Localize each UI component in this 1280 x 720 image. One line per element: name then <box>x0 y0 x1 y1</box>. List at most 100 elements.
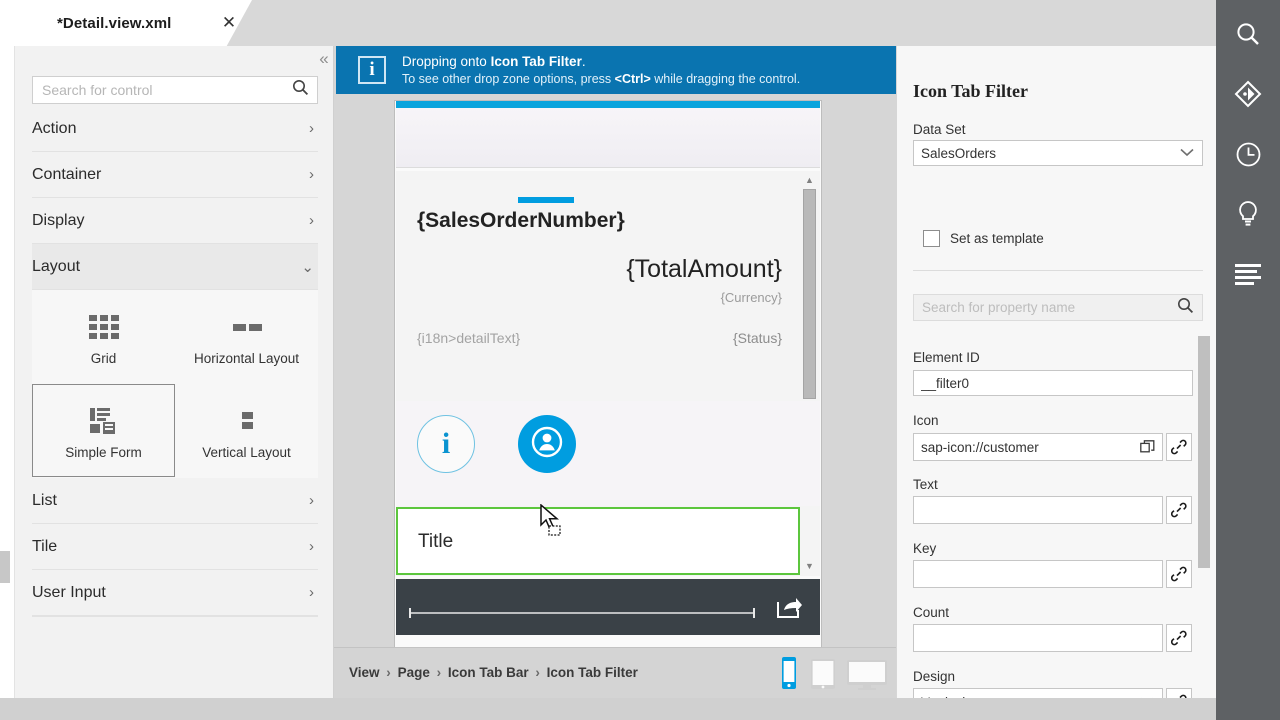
breadcrumb-item-icon-tab-bar[interactable]: Icon Tab Bar <box>448 665 529 680</box>
count-property-label: Count <box>913 605 950 620</box>
icon-property-input[interactable] <box>914 439 1136 455</box>
palette-category-label: Display <box>32 211 85 229</box>
key-property-input[interactable] <box>914 566 1162 582</box>
search-icon[interactable] <box>1216 6 1280 62</box>
data-set-select[interactable] <box>913 140 1203 166</box>
breadcrumb: View › Page › Icon Tab Bar › Icon Tab Fi… <box>349 665 638 680</box>
breadcrumb-separator: › <box>386 665 391 680</box>
scroll-down-icon[interactable]: ▼ <box>802 559 817 573</box>
element-id-input[interactable] <box>914 375 1192 391</box>
scrollbar-thumb[interactable] <box>803 189 816 399</box>
properties-panel: Icon Tab Filter Data Set Set as template… <box>896 46 1216 716</box>
total-amount-binding: {TotalAmount} <box>626 255 782 283</box>
drop-hint-banner: i Dropping onto Icon Tab Filter. To see … <box>336 46 896 94</box>
set-as-template-label: Set as template <box>950 231 1044 246</box>
chevron-down-icon[interactable] <box>1180 146 1202 160</box>
key-binding-link-button[interactable] <box>1166 560 1192 588</box>
element-id-label: Element ID <box>913 350 980 365</box>
property-search-row[interactable] <box>913 294 1203 321</box>
set-as-template-row[interactable]: Set as template <box>923 230 1044 247</box>
control-tile-horizontal-layout[interactable]: Horizontal Layout <box>175 290 318 383</box>
palette-category-layout[interactable]: Layout ⌄ <box>32 244 318 290</box>
control-tile-vertical-layout[interactable]: Vertical Layout <box>175 384 318 477</box>
palette-category-user-input[interactable]: User Input › <box>32 570 318 616</box>
tablet-icon[interactable] <box>809 656 837 695</box>
close-icon[interactable]: ✕ <box>220 14 238 32</box>
palette-category-label: Action <box>32 119 77 137</box>
palette-category-label: Layout <box>32 257 81 275</box>
text-property-field[interactable] <box>913 496 1163 524</box>
scroll-up-icon[interactable]: ▲ <box>802 173 817 187</box>
breadcrumb-separator: › <box>436 665 442 680</box>
chevron-right-icon: › <box>309 166 314 183</box>
drop-zone-highlight[interactable]: Title <box>396 507 800 575</box>
file-tab[interactable]: *Detail.view.xml <box>22 0 252 46</box>
search-input[interactable] <box>33 82 292 98</box>
share-icon[interactable] <box>776 595 802 619</box>
palette-category-display[interactable]: Display › <box>32 198 318 244</box>
device-canvas-wrapper: {SalesOrderNumber} {TotalAmount} {Curren… <box>394 100 822 689</box>
history-clock-icon[interactable] <box>1216 126 1280 182</box>
simple-form-icon <box>87 401 121 441</box>
icon-property-field[interactable] <box>913 433 1163 461</box>
chevron-right-icon: › <box>309 538 314 555</box>
chevron-right-icon: › <box>309 120 314 137</box>
breadcrumb-item-icon-tab-filter[interactable]: Icon Tab Filter <box>547 665 638 680</box>
detail-text-binding: {i18n>detailText} <box>417 330 521 346</box>
control-tile-simple-form[interactable]: Simple Form <box>32 384 175 477</box>
measure-line-icon <box>408 605 756 618</box>
key-property-field[interactable] <box>913 560 1163 588</box>
palette-category-action[interactable]: Action › <box>32 106 318 152</box>
phone-icon[interactable] <box>778 656 800 695</box>
collapse-palette-chevron-icon[interactable]: « <box>313 48 335 70</box>
list-menu-icon[interactable] <box>1216 246 1280 302</box>
control-tile-label: Horizontal Layout <box>193 351 300 366</box>
property-search-input[interactable] <box>914 300 1177 315</box>
text-property-input[interactable] <box>914 502 1162 518</box>
web-ide-layout-editor: *Detail.view.xml ✕ Action › Container › <box>0 0 1280 720</box>
palette-category-label: User Input <box>32 583 106 601</box>
count-property-field[interactable] <box>913 624 1163 652</box>
count-property-input[interactable] <box>914 630 1162 646</box>
info-icon: i <box>358 56 386 84</box>
scrollbar-thumb[interactable] <box>1198 336 1210 568</box>
chevron-down-icon: ⌄ <box>301 258 314 276</box>
palette-category-container[interactable]: Container › <box>32 152 318 198</box>
search-control-row[interactable] <box>32 76 318 104</box>
icon-tab-filter-info[interactable]: i <box>417 415 475 473</box>
left-splitter-handle[interactable] <box>0 551 10 583</box>
control-tile-grid[interactable]: Grid <box>32 290 175 383</box>
breadcrumb-separator: › <box>535 665 540 680</box>
palette-category-label: Container <box>32 165 102 183</box>
layout-editor-canvas-area: i Dropping onto Icon Tab Filter. To see … <box>334 46 896 698</box>
breadcrumb-item-page[interactable]: Page <box>398 665 430 680</box>
palette-category-list[interactable]: List › <box>32 478 318 524</box>
vertical-layout-icon <box>230 401 264 441</box>
drag-cursor-icon <box>539 503 565 538</box>
set-as-template-checkbox[interactable] <box>923 230 940 247</box>
key-property-label: Key <box>913 541 937 556</box>
palette-divider <box>32 616 318 617</box>
palette-category-tile[interactable]: Tile › <box>32 524 318 570</box>
diamond-icon[interactable] <box>1216 66 1280 122</box>
device-footer-toolbar <box>396 579 820 635</box>
count-binding-link-button[interactable] <box>1166 624 1192 652</box>
breadcrumb-item-view[interactable]: View <box>349 665 380 680</box>
properties-scrollbar[interactable] <box>1198 336 1210 720</box>
data-set-value[interactable] <box>914 145 1180 161</box>
customer-icon <box>530 425 564 464</box>
element-id-field[interactable] <box>913 370 1193 396</box>
drop-hint-suffix: . <box>581 53 586 69</box>
value-help-icon[interactable] <box>1136 436 1158 458</box>
desktop-icon[interactable] <box>846 656 888 695</box>
icon-binding-link-button[interactable] <box>1166 433 1192 461</box>
lightbulb-icon[interactable] <box>1216 186 1280 242</box>
canvas-scrollbar[interactable]: ▲ ▼ <box>802 173 817 573</box>
icon-tab-filter-customer[interactable] <box>518 415 576 473</box>
device-header-area[interactable] <box>396 108 820 168</box>
dropzone-title-label: Title <box>418 531 454 552</box>
text-binding-link-button[interactable] <box>1166 496 1192 524</box>
control-palette: Action › Container › Display › Layout ⌄ <box>14 46 334 698</box>
control-palette-inner: Action › Container › Display › Layout ⌄ <box>15 46 333 698</box>
search-icon <box>1177 297 1202 319</box>
